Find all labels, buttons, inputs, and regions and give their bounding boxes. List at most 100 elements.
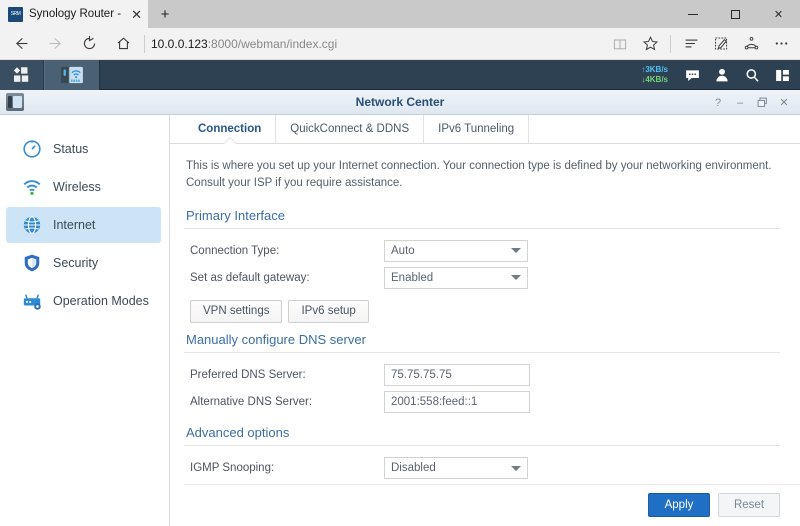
taskbar-item-network-center[interactable]	[44, 59, 100, 90]
screen-root: SRM Synology Router - Syno ✕ + ✕	[0, 0, 800, 526]
sidebar-item-status[interactable]: Status	[6, 131, 161, 167]
sidebar-item-label: Operation Modes	[53, 294, 149, 308]
field-row-default-gateway: Set as default gateway: Enabled	[184, 266, 780, 289]
router-icon	[6, 93, 24, 111]
select-value: Auto	[391, 244, 415, 257]
taskbar-tasks	[44, 59, 100, 90]
operation-modes-icon	[22, 291, 42, 311]
section-title-advanced-options: Advanced options	[186, 425, 290, 441]
window-close-button[interactable]: ✕	[774, 90, 794, 115]
content-area: Connection QuickConnect & DDNS IPv6 Tunn…	[170, 115, 800, 526]
connection-type-select[interactable]: Auto	[384, 239, 528, 262]
select-value: Enabled	[391, 271, 434, 284]
more-icon[interactable]	[766, 29, 796, 59]
sidebar-item-operation-modes[interactable]: Operation Modes	[6, 283, 161, 319]
sidebar-item-label: Wireless	[53, 180, 101, 194]
notifications-icon[interactable]	[678, 60, 706, 90]
field-row-connection-type: Connection Type: Auto	[184, 239, 780, 262]
section-divider	[184, 445, 780, 446]
browser-tab[interactable]: SRM Synology Router - Syno ✕	[0, 0, 148, 28]
field-label: Connection Type:	[190, 244, 280, 257]
window-body: Status Wireless Internet Security Operat…	[0, 115, 800, 526]
ipv6-setup-button[interactable]: IPv6 setup	[288, 299, 369, 323]
sidebar-item-internet[interactable]: Internet	[6, 207, 161, 243]
network-center-window: Network Center ? – ✕ Status Wireless Int…	[0, 90, 800, 526]
network-speed-indicator[interactable]: ↑3KB/s ↓4KB/s	[641, 65, 668, 85]
address-host: 10.0.0.123	[151, 36, 208, 51]
home-icon[interactable]	[106, 29, 140, 59]
section-title-primary-interface: Primary Interface	[186, 208, 285, 223]
download-speed: ↓4KB/s	[641, 75, 668, 84]
address-path: :8000/webman/index.cgi	[207, 36, 338, 51]
chevron-down-icon	[511, 275, 521, 281]
window-controls: ? – ✕	[708, 90, 794, 115]
browser-close-button[interactable]: ✕	[757, 0, 800, 28]
content-tabs: Connection QuickConnect & DDNS IPv6 Tunn…	[170, 115, 800, 144]
browser-toolbar-actions	[605, 29, 796, 59]
tab-close-icon[interactable]: ✕	[131, 8, 142, 21]
address-bar[interactable]: 10.0.0.123:8000/webman/index.cgi	[151, 37, 605, 51]
alternative-dns-input[interactable]	[384, 391, 530, 414]
dsm-taskbar: ↑3KB/s ↓4KB/s	[0, 59, 800, 90]
section-divider	[184, 352, 780, 354]
sidebar-item-label: Security	[53, 256, 99, 270]
window-title: Network Center	[355, 95, 445, 109]
shield-icon	[22, 253, 42, 273]
forward-arrow-icon[interactable]	[38, 29, 72, 59]
globe-icon	[22, 215, 42, 235]
window-maximize-button[interactable]	[752, 90, 772, 115]
reading-view-icon[interactable]	[605, 29, 635, 59]
tab-ipv6-tunneling[interactable]: IPv6 Tunneling	[424, 115, 530, 143]
sidebar-item-wireless[interactable]: Wireless	[6, 169, 161, 205]
wifi-icon	[22, 177, 42, 197]
tab-connection[interactable]: Connection	[184, 115, 277, 143]
search-icon[interactable]	[738, 60, 766, 90]
tab-quickconnect-ddns[interactable]: QuickConnect & DDNS	[276, 115, 425, 143]
browser-minimize-button[interactable]	[671, 0, 714, 28]
web-note-icon[interactable]	[706, 29, 736, 59]
widgets-icon[interactable]	[768, 60, 796, 90]
browser-window-controls: ✕	[671, 0, 800, 28]
sidebar-item-label: Status	[53, 142, 89, 156]
browser-toolbar: 10.0.0.123:8000/webman/index.cgi	[0, 28, 800, 60]
refresh-arrow-icon[interactable]	[72, 29, 106, 59]
chevron-down-icon	[511, 248, 521, 254]
section-divider	[184, 228, 780, 229]
toolbar-divider-2	[670, 34, 671, 53]
sidebar: Status Wireless Internet Security Operat…	[0, 115, 170, 526]
browser-maximize-button[interactable]	[714, 0, 757, 28]
window-minimize-button[interactable]: –	[730, 90, 750, 115]
reset-button[interactable]: Reset	[718, 493, 780, 517]
tab-title: Synology Router - Syno	[29, 8, 125, 20]
window-help-button[interactable]: ?	[708, 90, 728, 115]
field-row-alternative-dns: Alternative DNS Server:	[184, 391, 780, 414]
window-titlebar[interactable]: Network Center ? – ✕	[0, 90, 800, 115]
primary-interface-buttons: VPN settings IPv6 setup	[190, 299, 780, 323]
hub-icon[interactable]	[676, 29, 706, 59]
upload-speed: ↑3KB/s	[641, 65, 668, 74]
field-label: Set as default gateway:	[190, 271, 310, 284]
back-arrow-icon[interactable]	[4, 29, 38, 59]
field-row-preferred-dns: Preferred DNS Server:	[184, 364, 780, 387]
connection-pane: This is where you set up your Internet c…	[170, 144, 800, 484]
field-row-igmp-snooping: IGMP Snooping: Disabled	[184, 457, 780, 479]
preferred-dns-input[interactable]	[384, 364, 530, 387]
taskbar-system-tray: ↑3KB/s ↓4KB/s	[641, 60, 796, 90]
field-label: IGMP Snooping:	[190, 462, 275, 474]
vpn-settings-button[interactable]: VPN settings	[190, 299, 283, 323]
default-gateway-select[interactable]: Enabled	[384, 266, 528, 289]
user-icon[interactable]	[708, 60, 736, 90]
new-tab-button[interactable]: +	[148, 0, 182, 28]
select-value: Disabled	[391, 462, 436, 474]
sidebar-item-security[interactable]: Security	[6, 245, 161, 281]
main-menu-icon[interactable]	[0, 59, 44, 90]
sidebar-item-label: Internet	[53, 218, 96, 232]
footer-actions: Apply Reset	[184, 484, 800, 526]
favorites-star-icon[interactable]	[635, 29, 665, 59]
apply-button[interactable]: Apply	[648, 493, 710, 517]
intro-text: This is where you set up your Internet c…	[186, 160, 772, 189]
favicon-icon: SRM	[8, 6, 23, 22]
igmp-snooping-select[interactable]: Disabled	[384, 457, 528, 479]
toolbar-divider	[144, 34, 145, 53]
share-icon[interactable]	[736, 29, 766, 59]
